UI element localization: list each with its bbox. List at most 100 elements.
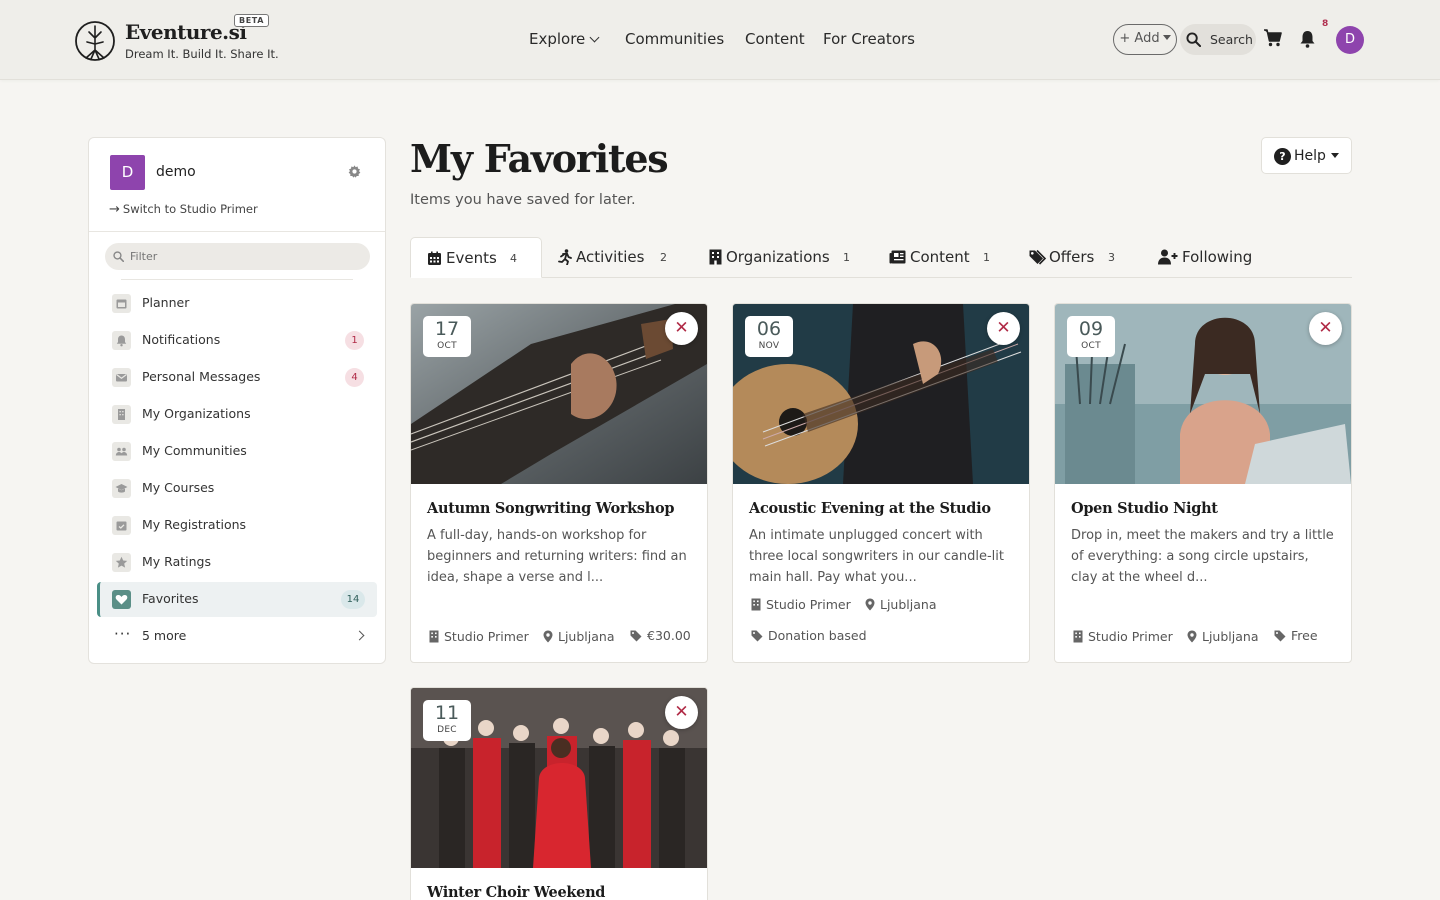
event-card[interactable]: 09 OCT ✕ Open Studio Night Drop in, meet… (1054, 303, 1352, 663)
chevron-down-icon (589, 32, 600, 43)
caret-down-icon (1162, 35, 1171, 40)
add-button[interactable]: + Add (1113, 24, 1177, 55)
event-date-badge: 11 DEC (423, 700, 471, 741)
graduation-cap-icon (112, 479, 131, 498)
bell-icon[interactable] (1299, 30, 1316, 48)
event-title[interactable]: Autumn Songwriting Workshop (427, 500, 675, 517)
event-title[interactable]: Acoustic Evening at the Studio (749, 500, 991, 517)
sidebar-item-label: Notifications (142, 332, 221, 347)
building-icon (751, 598, 761, 611)
search-button[interactable]: Search (1180, 24, 1256, 55)
page-subtitle: Items you have saved for later. (410, 192, 636, 208)
tab-label: Activities (576, 248, 645, 266)
search-icon (1186, 32, 1201, 47)
brand-name[interactable]: Eventure.si (125, 20, 247, 44)
ellipsis-icon: ··· (114, 625, 132, 643)
tab-organizations[interactable]: Organizations 1 (709, 237, 859, 278)
add-button-label: + Add (1119, 31, 1160, 46)
tag-icon (751, 630, 763, 642)
envelope-icon (112, 368, 131, 387)
sidebar-item-planner[interactable]: Planner (97, 286, 377, 321)
event-title[interactable]: Open Studio Night (1071, 500, 1218, 517)
event-title[interactable]: Winter Choir Weekend (427, 884, 605, 900)
calendar-icon (428, 251, 441, 265)
event-description: An intimate unplugged concert with three… (749, 528, 1004, 585)
sidebar-item-notifications[interactable]: Notifications 1 (97, 323, 377, 358)
sidebar-item-courses[interactable]: My Courses (97, 471, 377, 506)
heart-icon (112, 590, 131, 609)
count-badge: 4 (345, 368, 364, 387)
event-card[interactable]: 17 OCT ✕ Autumn Songwriting Workshop A f… (410, 303, 708, 663)
event-month: DEC (437, 725, 457, 735)
tab-offers[interactable]: Offers 3 (1029, 237, 1129, 278)
event-card[interactable]: 11 DEC ✕ Winter Choir Weekend (410, 687, 708, 900)
remove-favorite-button[interactable]: ✕ (665, 696, 698, 729)
sidebar-item-label: Favorites (142, 591, 199, 606)
page-title: My Favorites (410, 136, 669, 181)
event-day: 11 (434, 702, 460, 724)
cart-icon[interactable] (1263, 29, 1283, 47)
sidebar-item-label: Personal Messages (142, 369, 261, 384)
sidebar-item-registrations[interactable]: My Registrations (97, 508, 377, 543)
event-location: Ljubljana (543, 628, 614, 644)
sidebar-avatar[interactable]: D (110, 155, 145, 190)
price-label: €30.00 (647, 628, 691, 643)
building-icon (429, 630, 439, 643)
map-marker-icon (543, 630, 553, 643)
sidebar-item-ratings[interactable]: My Ratings (97, 545, 377, 580)
arrow-right-icon: → (109, 202, 120, 217)
tab-count: 1 (983, 251, 990, 264)
tree-logo-icon[interactable] (74, 20, 116, 62)
remove-favorite-button[interactable]: ✕ (1309, 312, 1342, 345)
top-navbar: Eventure.si BETA Dream It. Build It. Sha… (0, 0, 1440, 80)
sidebar-item-messages[interactable]: Personal Messages 4 (97, 360, 377, 395)
tab-following[interactable]: Following (1158, 237, 1258, 278)
tab-activities[interactable]: Activities 2 (558, 237, 678, 278)
event-date-badge: 17 OCT (423, 316, 471, 357)
sidebar-filter-input[interactable] (105, 243, 370, 270)
chevron-right-icon (354, 630, 365, 641)
nav-explore[interactable]: Explore (529, 30, 600, 48)
event-price: Free (1274, 628, 1318, 643)
location-label: Ljubljana (1202, 629, 1259, 644)
event-day: 06 (756, 318, 782, 340)
search-icon (113, 251, 124, 262)
remove-favorite-button[interactable]: ✕ (665, 312, 698, 345)
sidebar-item-label: My Courses (142, 480, 215, 495)
tab-content[interactable]: Content 1 (889, 237, 999, 278)
event-organizer[interactable]: Studio Primer (751, 596, 851, 612)
building-icon (1073, 630, 1083, 643)
search-button-label: Search (1210, 32, 1253, 47)
remove-favorite-button[interactable]: ✕ (987, 312, 1020, 345)
users-icon (112, 442, 131, 461)
event-card[interactable]: 06 NOV ✕ Acoustic Evening at the Studio … (732, 303, 1030, 663)
event-organizer[interactable]: Studio Primer (429, 628, 529, 644)
event-organizer[interactable]: Studio Primer (1073, 628, 1173, 644)
tab-label: Organizations (726, 248, 830, 266)
nav-explore-label: Explore (529, 30, 586, 48)
event-location: Ljubljana (1187, 628, 1258, 644)
event-date-badge: 09 OCT (1067, 316, 1115, 357)
user-avatar[interactable]: D (1336, 26, 1364, 54)
nav-communities[interactable]: Communities (625, 30, 724, 48)
sidebar-username[interactable]: demo (156, 164, 196, 180)
map-marker-icon (1187, 630, 1197, 643)
event-description: A full-day, hands-on workshop for beginn… (427, 528, 687, 585)
sidebar-item-favorites[interactable]: Favorites 14 (97, 582, 377, 617)
tag-icon (630, 630, 642, 642)
sidebar-divider (89, 231, 385, 232)
tab-label: Content (910, 248, 970, 266)
switch-profile-link[interactable]: → Switch to Studio Primer (109, 202, 258, 217)
event-month: NOV (758, 341, 780, 351)
gear-icon[interactable] (348, 165, 361, 178)
switch-profile-label: Switch to Studio Primer (122, 202, 258, 216)
nav-for-creators[interactable]: For Creators (823, 30, 915, 48)
sidebar-item-communities[interactable]: My Communities (97, 434, 377, 469)
sidebar-item-label: My Ratings (142, 554, 211, 569)
help-dropdown-button[interactable]: ? Help (1261, 137, 1352, 174)
tab-events[interactable]: Events 4 (410, 237, 542, 278)
nav-content[interactable]: Content (745, 30, 805, 48)
event-location: Ljubljana (865, 596, 936, 612)
sidebar-more-button[interactable]: ··· 5 more (97, 619, 377, 654)
sidebar-item-organizations[interactable]: My Organizations (97, 397, 377, 432)
